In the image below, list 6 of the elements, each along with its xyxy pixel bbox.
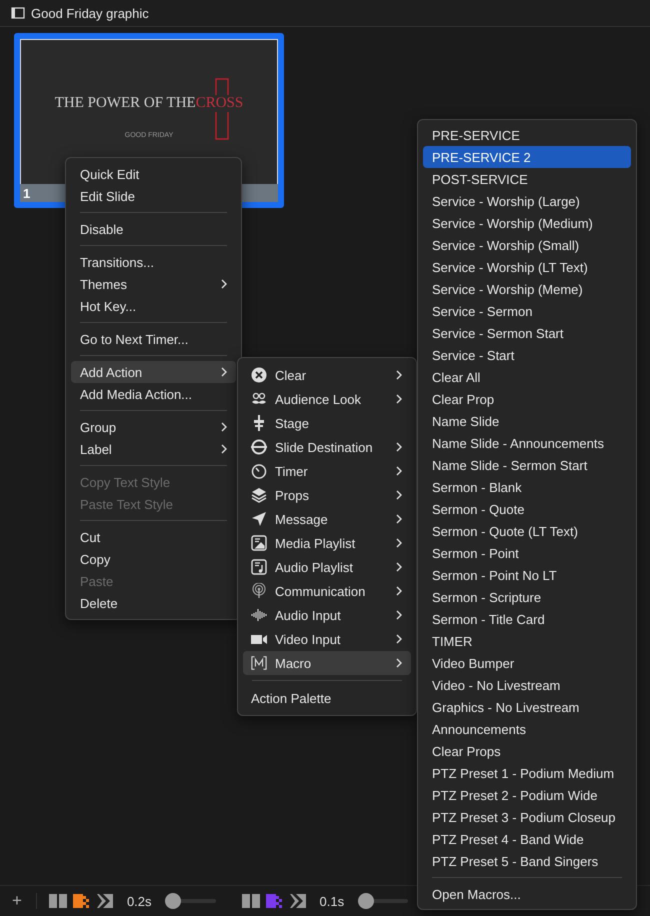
duration-label: 0.1s — [320, 894, 344, 908]
slide-title: THE POWER OF THE — [54, 95, 196, 112]
slide-number: 1 — [23, 186, 30, 200]
slide-accent-text: CROSS — [196, 95, 244, 112]
duration-label: 0.2s — [126, 894, 152, 908]
document-title: Good Friday graphic — [31, 6, 149, 20]
